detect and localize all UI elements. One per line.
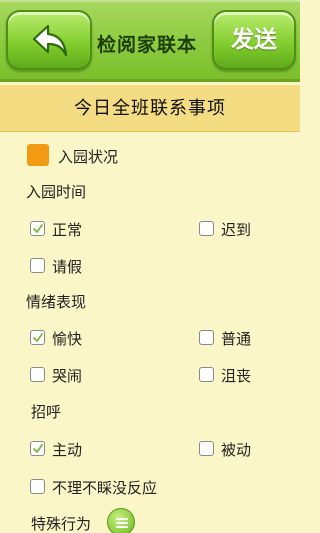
checkbox-normal[interactable] — [30, 221, 45, 236]
checkbox-normal-mood[interactable] — [199, 330, 214, 345]
checkbox-happy[interactable] — [30, 330, 45, 345]
back-button[interactable] — [6, 10, 92, 70]
checkbox-depressed[interactable] — [199, 367, 214, 382]
checkbox-passive[interactable] — [199, 441, 214, 456]
arrival-time-title: 入园时间 — [26, 183, 87, 201]
page-title: 检阅家联本 — [97, 34, 198, 56]
option-label-leave: 请假 — [52, 258, 83, 276]
option-label-depressed: 沮丧 — [221, 367, 252, 385]
option-label-normal: 正常 — [52, 221, 83, 239]
option-label-no-response: 不理不睬没反应 — [52, 479, 158, 497]
section-header: 今日全班联系事项 — [0, 85, 300, 132]
check-icon — [33, 333, 43, 342]
checkbox-late[interactable] — [199, 221, 214, 236]
app-root: 检阅家联本 发送 今日全班联系事项 入园状况 入园时间 正常 迟到 请假 情绪表… — [0, 0, 300, 533]
checkbox-leave[interactable] — [30, 258, 45, 273]
option-label-crying: 哭闹 — [52, 367, 83, 385]
top-nav-bar: 检阅家联本 发送 — [0, 0, 300, 82]
option-label-late: 迟到 — [221, 221, 252, 239]
menu-button[interactable] — [107, 508, 135, 533]
checkbox-active[interactable] — [30, 441, 45, 456]
checkbox-no-response[interactable] — [30, 479, 45, 494]
check-icon — [33, 444, 43, 453]
status-color-marker — [27, 144, 49, 166]
check-icon — [33, 224, 43, 233]
option-label-normal-mood: 普通 — [221, 330, 252, 348]
option-label-passive: 被动 — [221, 441, 252, 459]
special-behavior-title: 特殊行为 — [31, 515, 92, 533]
arrival-status-label: 入园状况 — [58, 148, 119, 166]
mood-title: 情绪表现 — [26, 293, 87, 311]
back-arrow-icon — [32, 24, 68, 57]
greeting-title: 招呼 — [31, 403, 62, 421]
send-button[interactable]: 发送 — [212, 10, 296, 70]
checkbox-crying[interactable] — [30, 367, 45, 382]
option-label-happy: 愉快 — [52, 330, 83, 348]
option-label-active: 主动 — [52, 441, 83, 459]
